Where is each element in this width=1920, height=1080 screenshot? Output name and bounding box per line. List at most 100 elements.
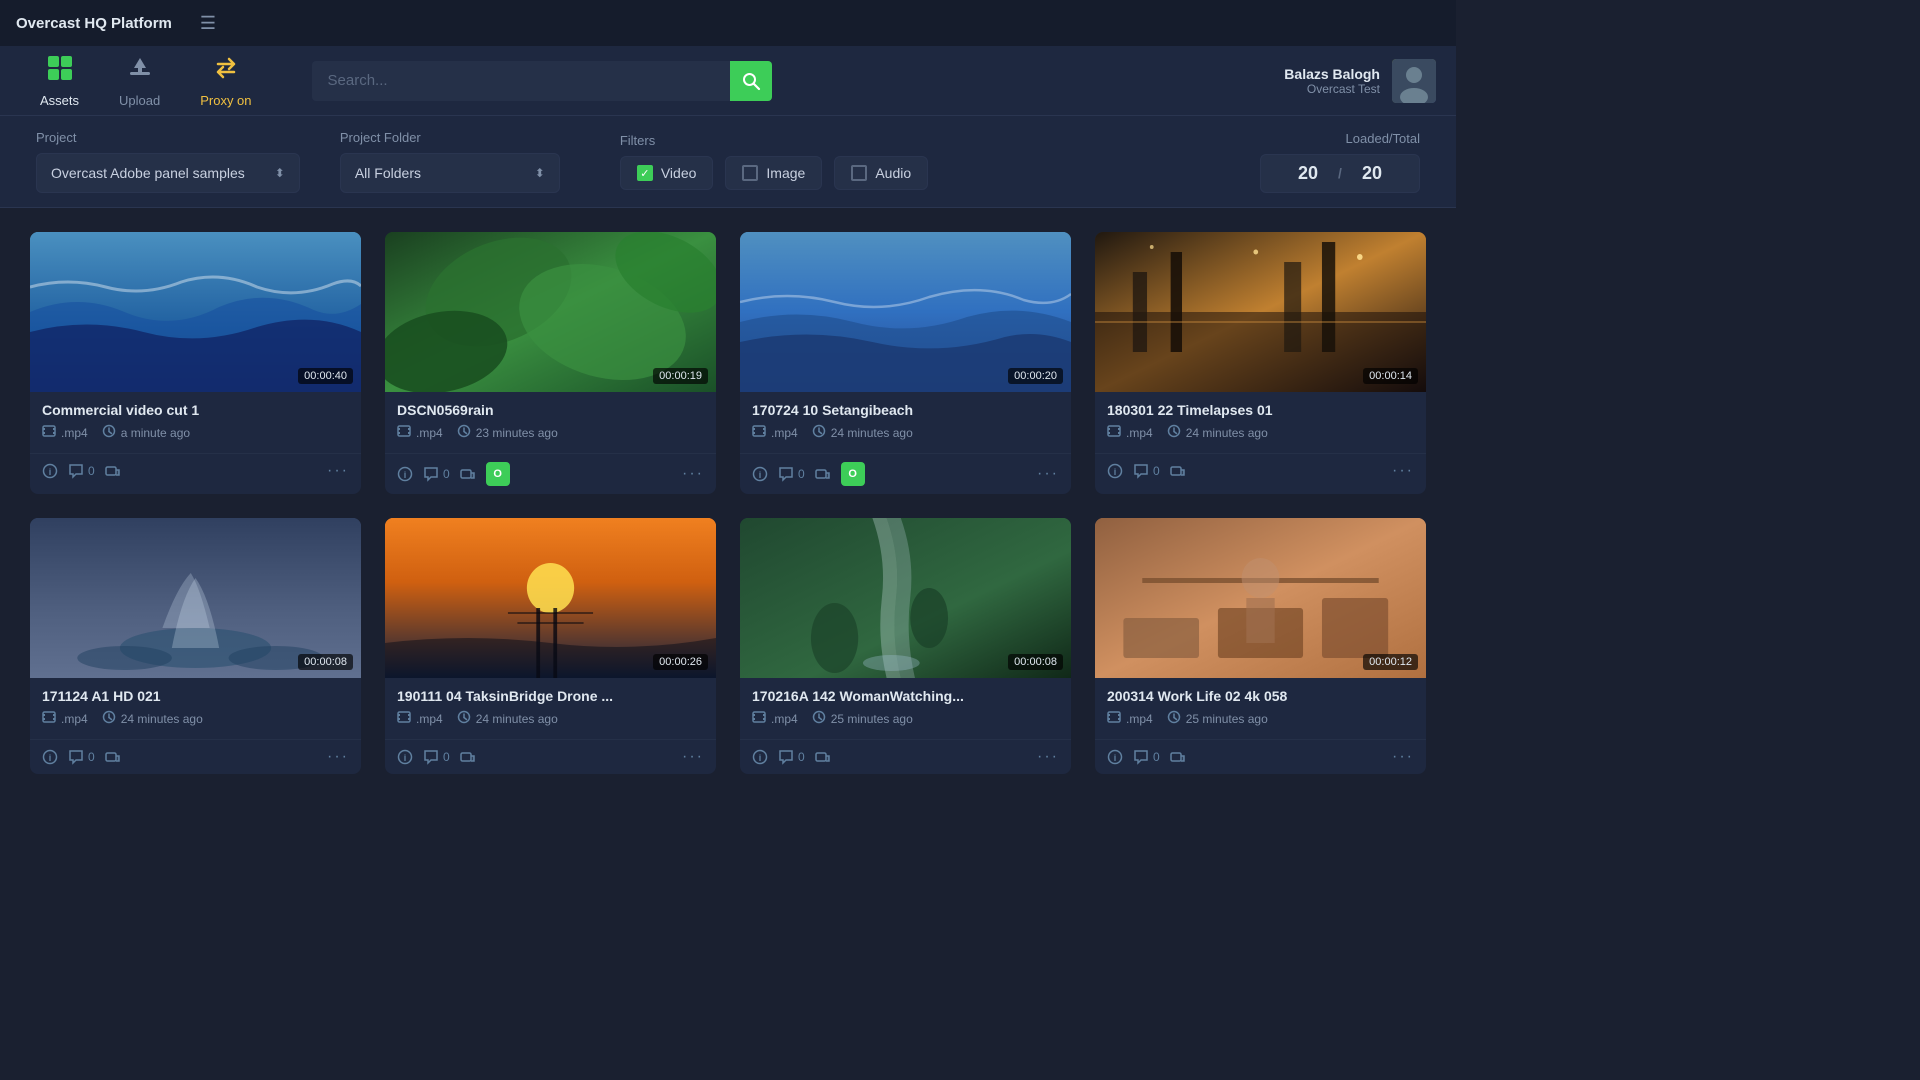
info-icon[interactable]: i (1107, 463, 1123, 479)
nav-upload[interactable]: Upload (99, 46, 180, 116)
send-icon[interactable] (1170, 463, 1186, 479)
comment-count: 0 (88, 464, 95, 478)
more-options-button[interactable]: ··· (1037, 748, 1059, 766)
loaded-label: Loaded/Total (1346, 131, 1420, 146)
asset-meta: .mp4 24 minutes ago (752, 424, 1059, 441)
info-icon[interactable]: i (752, 749, 768, 765)
asset-format: .mp4 (61, 426, 88, 440)
comment-count: 0 (443, 467, 450, 481)
audio-filter[interactable]: Audio (834, 156, 928, 190)
comment-icon[interactable]: 0 (68, 463, 95, 479)
asset-name: 180301 22 Timelapses 01 (1107, 402, 1414, 418)
folder-select[interactable]: All Folders ⬍ (340, 153, 560, 193)
image-checkbox[interactable] (742, 165, 758, 181)
send-icon[interactable] (105, 749, 121, 765)
search-input[interactable] (312, 61, 730, 101)
clock-icon (102, 424, 116, 441)
asset-duration: 00:00:40 (298, 368, 353, 384)
proxy-badge: O (841, 462, 865, 486)
send-icon[interactable] (815, 749, 831, 765)
proxy-badge: O (486, 462, 510, 486)
asset-card[interactable]: 00:00:14 180301 22 Timelapses 01 .m (1095, 232, 1426, 494)
info-icon[interactable]: i (397, 466, 413, 482)
more-options-button[interactable]: ··· (1392, 748, 1414, 766)
comment-icon[interactable]: 0 (68, 749, 95, 765)
film-icon (752, 424, 766, 441)
filter-bar: Project Overcast Adobe panel samples ⬍ P… (0, 116, 1456, 208)
project-select[interactable]: Overcast Adobe panel samples ⬍ (36, 153, 300, 193)
comment-icon[interactable]: 0 (778, 466, 805, 482)
audio-checkbox[interactable] (851, 165, 867, 181)
video-filter[interactable]: ✓ Video (620, 156, 714, 190)
more-options-button[interactable]: ··· (327, 748, 349, 766)
clock-icon (1167, 424, 1181, 441)
asset-info: 190111 04 TaksinBridge Drone ... .mp4 (385, 678, 716, 733)
comment-icon[interactable]: 0 (423, 749, 450, 765)
comment-count: 0 (88, 750, 95, 764)
clock-icon (457, 424, 471, 441)
more-options-button[interactable]: ··· (682, 748, 704, 766)
search-icon (741, 71, 761, 91)
project-value: Overcast Adobe panel samples (51, 165, 245, 181)
info-icon[interactable]: i (42, 749, 58, 765)
asset-name: Commercial video cut 1 (42, 402, 349, 418)
asset-card[interactable]: 00:00:12 200314 Work Life 02 4k 058 (1095, 518, 1426, 774)
asset-card[interactable]: 00:00:40 Commercial video cut 1 .mp (30, 232, 361, 494)
asset-card[interactable]: 00:00:26 190111 04 TaksinBridge Drone ..… (385, 518, 716, 774)
hamburger-icon[interactable]: ☰ (200, 13, 216, 34)
asset-duration: 00:00:26 (653, 654, 708, 670)
more-options-button[interactable]: ··· (327, 462, 349, 480)
audio-label: Audio (875, 165, 911, 181)
send-icon[interactable] (105, 463, 121, 479)
topbar: Overcast HQ Platform ☰ (0, 0, 1456, 46)
asset-info: 170216A 142 WomanWatching... .mp4 (740, 678, 1071, 733)
total-count: 20 (1362, 163, 1382, 184)
folder-chevron-icon: ⬍ (535, 166, 545, 180)
asset-timestamp: 24 minutes ago (121, 712, 203, 726)
asset-actions: i 0 O ··· (740, 453, 1071, 494)
asset-info: 171124 A1 HD 021 .mp4 (30, 678, 361, 733)
info-icon[interactable]: i (1107, 749, 1123, 765)
more-options-button[interactable]: ··· (1037, 465, 1059, 483)
nav-proxy-label: Proxy on (200, 93, 251, 108)
nav-assets[interactable]: Assets (20, 46, 99, 116)
comment-count: 0 (443, 750, 450, 764)
send-icon[interactable] (1170, 749, 1186, 765)
film-icon (1107, 424, 1121, 441)
search-button[interactable] (730, 61, 772, 101)
asset-format-item: .mp4 (397, 710, 443, 727)
send-icon[interactable] (460, 466, 476, 482)
asset-card[interactable]: 00:00:20 170724 10 Setangibeach .mp (740, 232, 1071, 494)
info-icon[interactable]: i (397, 749, 413, 765)
asset-format-item: .mp4 (1107, 710, 1153, 727)
loaded-values: 20 / 20 (1260, 154, 1420, 193)
asset-duration: 00:00:19 (653, 368, 708, 384)
comment-icon[interactable]: 0 (1133, 463, 1160, 479)
film-icon (42, 710, 56, 727)
info-icon[interactable]: i (42, 463, 58, 479)
asset-card[interactable]: 00:00:08 170216A 142 WomanWatching... (740, 518, 1071, 774)
asset-card[interactable]: 00:00:19 DSCN0569rain .mp4 (385, 232, 716, 494)
folder-value: All Folders (355, 165, 421, 181)
send-icon[interactable] (460, 749, 476, 765)
send-icon[interactable] (815, 466, 831, 482)
info-icon[interactable]: i (752, 466, 768, 482)
comment-icon[interactable]: 0 (1133, 749, 1160, 765)
image-filter[interactable]: Image (725, 156, 822, 190)
asset-grid: 00:00:40 Commercial video cut 1 .mp (0, 208, 1456, 798)
comment-icon[interactable]: 0 (423, 466, 450, 482)
more-options-button[interactable]: ··· (682, 465, 704, 483)
asset-time-item: 24 minutes ago (1167, 424, 1268, 441)
avatar[interactable] (1392, 59, 1436, 103)
svg-text:i: i (759, 470, 762, 480)
comment-icon[interactable]: 0 (778, 749, 805, 765)
video-checkbox[interactable]: ✓ (637, 165, 653, 181)
film-icon (752, 710, 766, 727)
asset-card[interactable]: 00:00:08 171124 A1 HD 021 .mp4 (30, 518, 361, 774)
asset-time-item: 24 minutes ago (812, 424, 913, 441)
asset-info: 180301 22 Timelapses 01 .mp4 (1095, 392, 1426, 447)
svg-text:i: i (49, 753, 52, 763)
asset-info: 170724 10 Setangibeach .mp4 (740, 392, 1071, 447)
nav-proxy[interactable]: Proxy on (180, 46, 271, 116)
more-options-button[interactable]: ··· (1392, 462, 1414, 480)
